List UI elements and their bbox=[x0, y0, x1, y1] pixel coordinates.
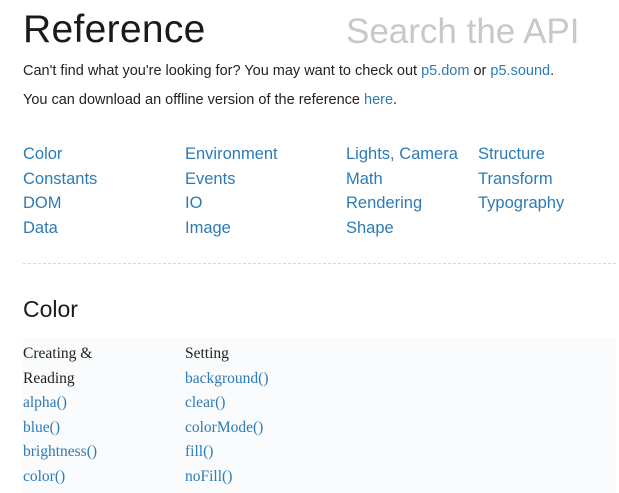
category-column: Structure Transform Typography bbox=[478, 142, 564, 216]
category-link-data[interactable]: Data bbox=[23, 216, 97, 241]
ref-link-nofill[interactable]: noFill() bbox=[185, 465, 269, 490]
category-link-color[interactable]: Color bbox=[23, 142, 97, 167]
page-title: Reference bbox=[23, 8, 206, 51]
ref-link-fill[interactable]: fill() bbox=[185, 440, 269, 465]
category-link-dom[interactable]: DOM bbox=[23, 191, 97, 216]
intro-line-2: You can download an offline version of t… bbox=[23, 92, 397, 108]
ref-link-brightness[interactable]: brightness() bbox=[23, 440, 97, 465]
category-link-transform[interactable]: Transform bbox=[478, 167, 564, 192]
subsection-heading: Reading bbox=[23, 369, 75, 387]
category-link-environment[interactable]: Environment bbox=[185, 142, 278, 167]
category-link-structure[interactable]: Structure bbox=[478, 142, 564, 167]
intro-text: You can download an offline version of t… bbox=[23, 92, 364, 108]
color-section-panel: Creating & Reading alpha() blue() bright… bbox=[23, 338, 616, 493]
section-heading: Color bbox=[23, 296, 78, 322]
subsection-heading: Creating & bbox=[23, 345, 93, 362]
intro-text: or bbox=[469, 63, 491, 79]
subsection-column: Creating & Reading alpha() blue() bright… bbox=[23, 342, 97, 490]
ref-link-background[interactable]: background() bbox=[185, 367, 269, 392]
ref-link-blue[interactable]: blue() bbox=[23, 416, 97, 441]
ref-link-colormode[interactable]: colorMode() bbox=[185, 416, 269, 441]
intro-line-1: Can't find what you're looking for? You … bbox=[23, 63, 554, 79]
search-input[interactable] bbox=[342, 8, 614, 56]
category-link-image[interactable]: Image bbox=[185, 216, 278, 241]
section-divider bbox=[23, 263, 616, 264]
p5-dom-link[interactable]: p5.dom bbox=[421, 63, 469, 79]
offline-download-link[interactable]: here bbox=[364, 92, 393, 108]
category-link-math[interactable]: Math bbox=[346, 167, 458, 192]
category-link-constants[interactable]: Constants bbox=[23, 167, 97, 192]
category-link-events[interactable]: Events bbox=[185, 167, 278, 192]
category-link-rendering[interactable]: Rendering bbox=[346, 191, 458, 216]
subsection-heading: Setting bbox=[185, 345, 229, 362]
subsection-column: Setting background() clear() colorMode()… bbox=[185, 342, 269, 490]
ref-link-clear[interactable]: clear() bbox=[185, 391, 269, 416]
category-column: Lights, Camera Math Rendering Shape bbox=[346, 142, 458, 241]
category-index: Color Constants DOM Data Environment Eve… bbox=[23, 142, 618, 242]
category-column: Color Constants DOM Data bbox=[23, 142, 97, 241]
category-link-shape[interactable]: Shape bbox=[346, 216, 458, 241]
category-link-typography[interactable]: Typography bbox=[478, 191, 564, 216]
p5-sound-link[interactable]: p5.sound bbox=[490, 63, 550, 79]
ref-link-alpha[interactable]: alpha() bbox=[23, 391, 97, 416]
intro-text: Can't find what you're looking for? You … bbox=[23, 63, 422, 79]
category-link-lights-camera[interactable]: Lights, Camera bbox=[346, 142, 458, 167]
intro-text: . bbox=[393, 92, 398, 108]
intro-text: . bbox=[550, 63, 555, 79]
category-link-io[interactable]: IO bbox=[185, 191, 278, 216]
ref-link-color[interactable]: color() bbox=[23, 465, 97, 490]
category-column: Environment Events IO Image bbox=[185, 142, 278, 241]
